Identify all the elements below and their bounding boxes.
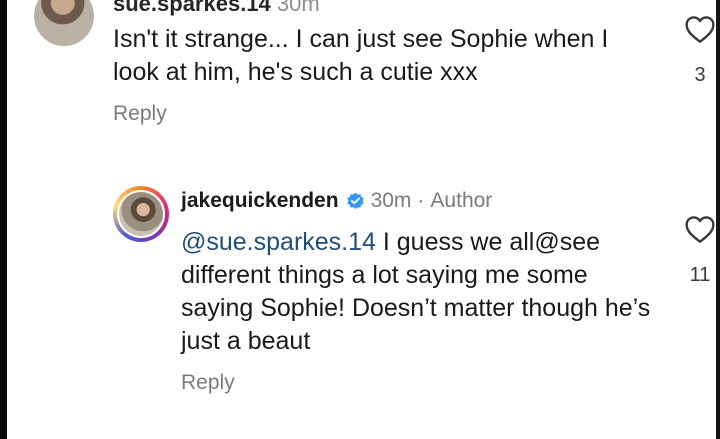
heart-icon[interactable] [684,214,716,244]
reply-button[interactable]: Reply [181,371,235,395]
author-label: Author [430,189,493,212]
reply-text: @sue.sparkes.14 I guess we all@see diffe… [181,226,651,358]
like-count: 3 [694,64,706,86]
mention-link[interactable]: @sue.sparkes.14 [181,228,376,256]
reply-header: jakequickenden 30m · Author [181,189,492,213]
reply-button[interactable]: Reply [113,102,167,126]
avatar[interactable] [34,0,94,46]
verified-badge-icon [346,192,364,209]
comment-text: Isn't it strange... I can just see Sophi… [113,25,609,86]
avatar[interactable] [117,190,165,238]
left-edge-bar [0,0,7,439]
heart-icon[interactable] [684,14,716,44]
comment-username[interactable]: sue.sparkes.14 [113,0,271,16]
reply-username[interactable]: jakequickenden [181,189,339,213]
meta-separator: · [417,189,425,212]
like-count: 11 [689,264,711,286]
reply-timestamp: 30m [370,189,412,212]
comment-username-header[interactable]: sue.sparkes.14 30m [113,0,320,17]
comment-timestamp: 30m [276,0,320,16]
